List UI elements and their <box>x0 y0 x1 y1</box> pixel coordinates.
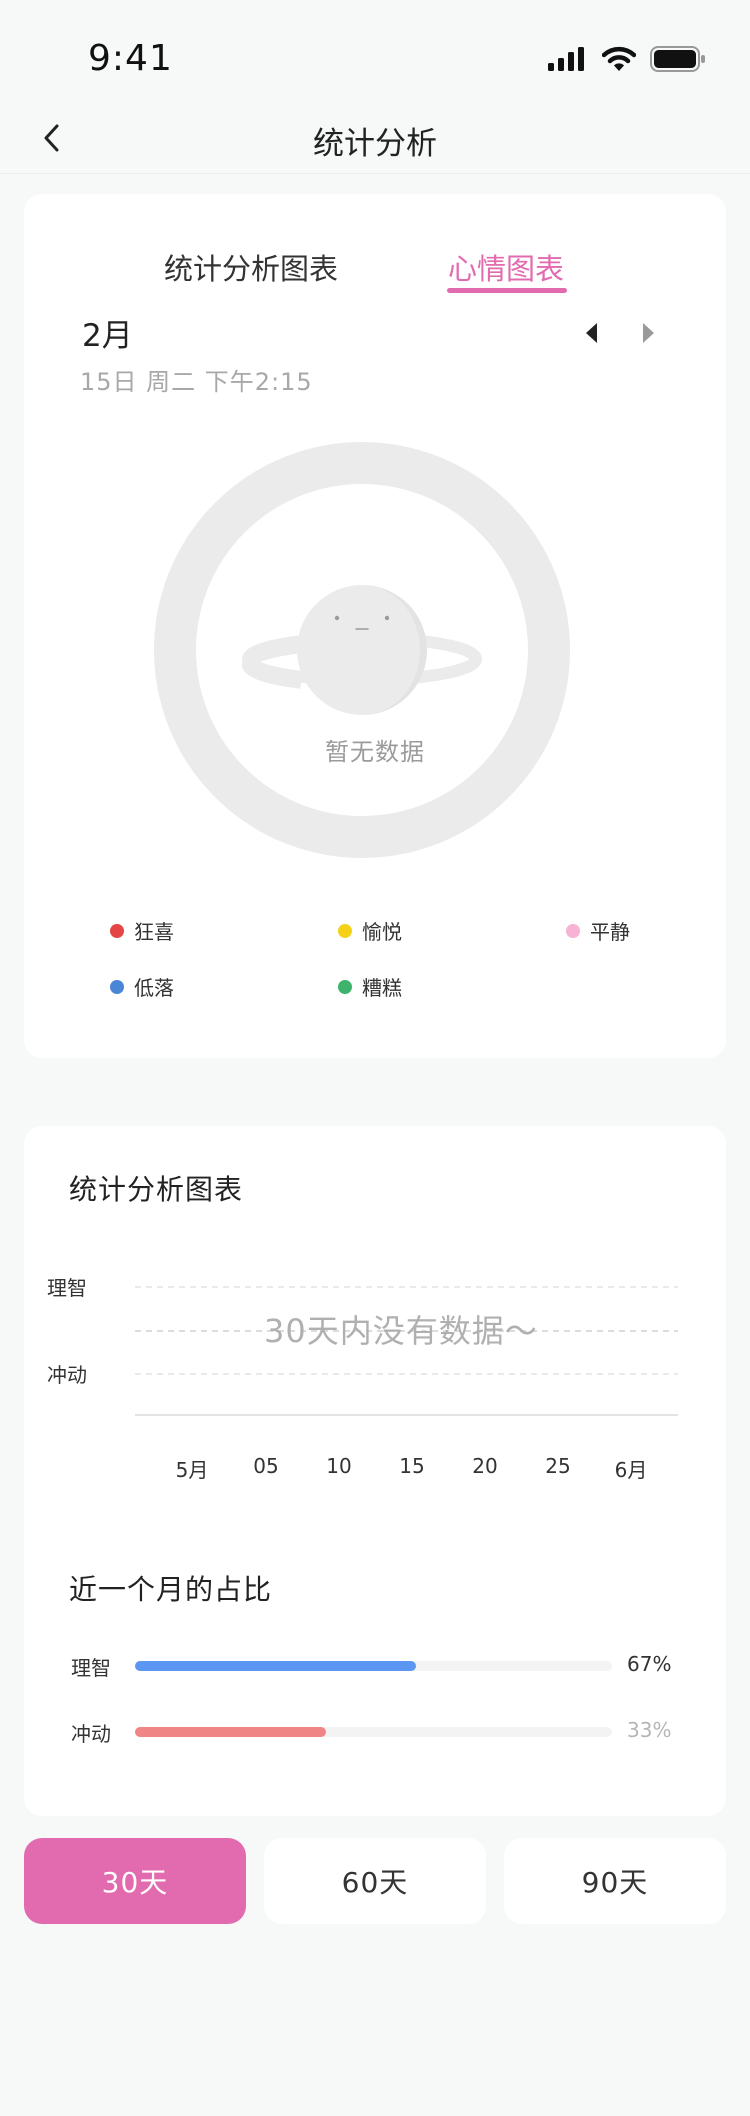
month-label: 2月 <box>82 318 133 354</box>
tab-mood-chart[interactable]: 心情图表 <box>448 246 564 288</box>
legend-label: 糟糕 <box>362 976 402 1000</box>
y-label-impulsive: 冲动 <box>47 1363 87 1387</box>
empty-planet-icon <box>242 585 482 715</box>
legend-dot <box>566 923 580 938</box>
stats-chart-title: 统计分析图表 <box>69 1173 244 1206</box>
bar-fill-impulsive <box>135 1727 326 1737</box>
bar-label-impulsive: 冲动 <box>71 1722 111 1746</box>
x-tick: 20 <box>472 1454 498 1478</box>
period-30-days-button[interactable]: 30天 <box>24 1838 246 1924</box>
bar-value-rational: 67% <box>627 1652 672 1676</box>
bar-fill-rational <box>135 1661 417 1671</box>
legend-label: 低落 <box>134 976 174 1000</box>
nav-bar: 统计分析 <box>0 110 750 174</box>
status-bar: 9:41 <box>0 0 750 110</box>
x-tick: 15 <box>399 1454 425 1478</box>
legend-item-ecstatic: 狂喜 <box>110 916 174 945</box>
next-month-button[interactable] <box>636 318 660 348</box>
active-tab-indicator <box>447 288 567 293</box>
signal-icon <box>548 47 584 71</box>
bar-track-rational <box>135 1661 612 1671</box>
ratio-title: 近一个月的占比 <box>69 1573 273 1606</box>
period-90-days-button[interactable]: 90天 <box>504 1838 726 1924</box>
bar-label-rational: 理智 <box>71 1656 111 1680</box>
x-tick: 5月 <box>175 1458 209 1482</box>
legend-dot <box>338 979 352 994</box>
legend-item-pleased: 愉悦 <box>338 916 402 945</box>
prev-month-button[interactable] <box>580 318 604 348</box>
legend-dot <box>110 979 124 994</box>
period-60-days-button[interactable]: 60天 <box>264 1838 486 1924</box>
tab-stats-chart[interactable]: 统计分析图表 <box>164 246 338 288</box>
y-label-rational: 理智 <box>47 1276 87 1300</box>
legend-label: 愉悦 <box>362 920 402 944</box>
x-tick: 25 <box>545 1454 571 1478</box>
legend-dot <box>338 923 352 938</box>
battery-icon <box>650 46 705 72</box>
date-label: 15日 周二 下午2:15 <box>80 368 313 396</box>
chart-no-data-text: 30天内没有数据～ <box>264 1312 538 1350</box>
empty-state-text: 暂无数据 <box>325 738 425 766</box>
x-tick: 10 <box>326 1454 352 1478</box>
wifi-icon <box>602 46 636 71</box>
x-tick: 05 <box>253 1454 279 1478</box>
bar-value-impulsive: 33% <box>627 1718 672 1742</box>
legend-dot <box>110 923 124 938</box>
legend-item-down: 低落 <box>110 972 174 1001</box>
legend-label: 狂喜 <box>134 920 174 944</box>
mood-card: 统计分析图表 心情图表 2月 15日 周二 下午2:15 暂无数据 狂喜 愉悦 … <box>24 194 726 1058</box>
legend-item-calm: 平静 <box>566 916 630 945</box>
mood-donut-chart <box>154 442 570 858</box>
bar-track-impulsive <box>135 1727 612 1737</box>
legend-label: 平静 <box>590 920 630 944</box>
page-title: 统计分析 <box>313 126 437 162</box>
status-time: 9:41 <box>88 38 173 79</box>
legend-item-terrible: 糟糕 <box>338 972 402 1001</box>
x-tick: 6月 <box>614 1458 648 1482</box>
status-icons <box>548 44 706 74</box>
